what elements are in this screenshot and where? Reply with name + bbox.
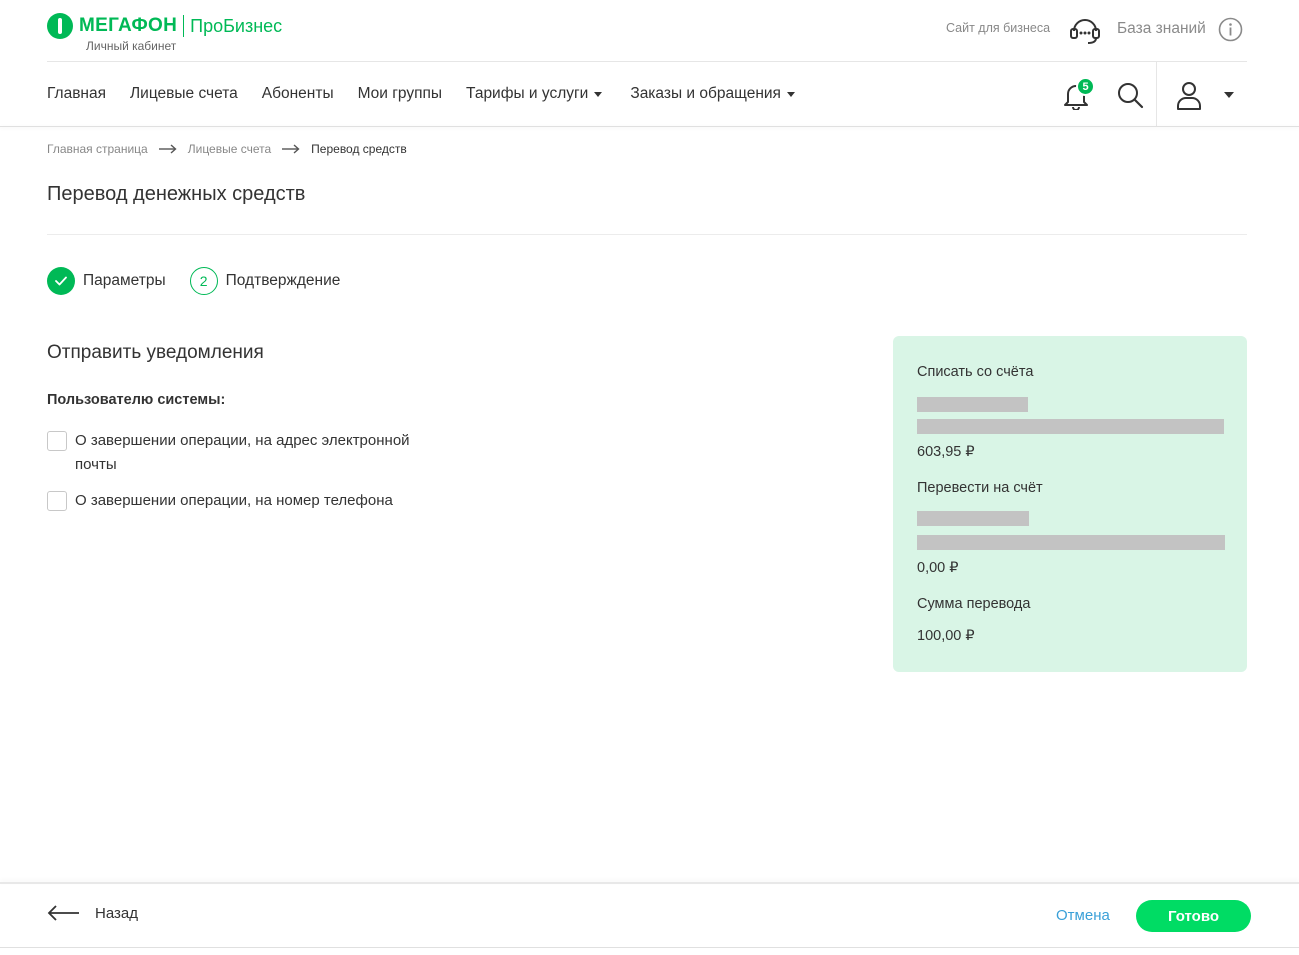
notifications-subtitle: Пользователю системы:	[47, 392, 226, 408]
main-nav: Главная Лицевые счета Абоненты Мои групп…	[47, 62, 823, 126]
breadcrumb: Главная страница Лицевые счета Перевод с…	[47, 142, 407, 156]
nav-item-orders-label: Заказы и обращения	[630, 85, 781, 102]
redacted-from-account-name	[917, 419, 1224, 434]
step-label-parameters: Параметры	[83, 272, 166, 289]
back-label: Назад	[95, 904, 138, 922]
arrow-right-icon	[158, 144, 177, 154]
nav-item-accounts[interactable]: Лицевые счета	[130, 85, 238, 103]
nav-item-tariffs-label: Тарифы и услуги	[466, 85, 589, 102]
caret-down-icon	[594, 91, 603, 97]
footer-top-border	[0, 882, 1299, 884]
search-icon[interactable]	[1116, 81, 1144, 109]
breadcrumb-home[interactable]: Главная страница	[47, 142, 148, 156]
notify-email-option[interactable]: О завершении операции, на адрес электрон…	[47, 431, 435, 477]
redacted-from-account-number	[917, 397, 1028, 412]
cancel-button[interactable]: Отмена	[1056, 907, 1110, 924]
nav-divider	[1156, 62, 1157, 126]
notify-phone-option[interactable]: О завершении операции, на номер телефона	[47, 491, 435, 513]
user-icon[interactable]	[1176, 80, 1202, 110]
back-button[interactable]: Назад	[47, 904, 138, 922]
redacted-to-account-name	[917, 535, 1225, 550]
notify-email-checkbox[interactable]	[47, 431, 67, 451]
step-label-confirmation: Подтверждение	[225, 272, 341, 289]
to-account-label: Перевести на счёт	[917, 480, 1043, 496]
notifications-badge: 5	[1076, 77, 1095, 96]
page-title: Перевод денежных средств	[47, 183, 306, 205]
logo-divider	[183, 15, 185, 37]
logo-subtitle: ПроБизнес	[190, 15, 283, 36]
notifications-title: Отправить уведомления	[47, 342, 264, 363]
step-number: 2	[189, 267, 218, 295]
cabinet-caption: Личный кабинет	[86, 39, 177, 53]
step-done-check-icon	[47, 267, 75, 295]
nav-bottom-border	[0, 126, 1299, 127]
nav-item-groups[interactable]: Мои группы	[358, 85, 442, 103]
transfer-summary-card: Списать со счёта 603,95 ₽ Перевести на с…	[893, 336, 1247, 672]
check-icon	[55, 276, 67, 286]
chevron-down-icon[interactable]	[1224, 92, 1234, 98]
nav-item-orders[interactable]: Заказы и обращения	[630, 85, 795, 103]
title-divider	[47, 234, 1247, 235]
transfer-amount-label: Сумма перевода	[917, 596, 1031, 612]
breadcrumb-accounts[interactable]: Лицевые счета	[188, 142, 271, 156]
notify-phone-checkbox[interactable]	[47, 491, 67, 511]
redacted-to-account-number	[917, 511, 1029, 526]
from-account-balance: 603,95 ₽	[917, 444, 975, 460]
megafon-logo-icon	[47, 13, 73, 39]
support-headset-icon[interactable]	[1069, 15, 1101, 45]
breadcrumb-current: Перевод средств	[311, 142, 407, 156]
notify-email-label: О завершении операции, на адрес электрон…	[75, 432, 410, 473]
nav-item-home[interactable]: Главная	[47, 85, 106, 103]
transfer-amount-value: 100,00 ₽	[917, 628, 975, 644]
info-icon[interactable]	[1218, 17, 1243, 42]
notify-phone-label: О завершении операции, на номер телефона	[75, 492, 393, 509]
done-button[interactable]: Готово	[1136, 900, 1251, 932]
knowledge-base-link[interactable]: База знаний	[1117, 20, 1206, 38]
logo-text: МЕГАФОН	[79, 15, 178, 36]
arrow-right-icon	[282, 144, 300, 154]
nav-item-tariffs[interactable]: Тарифы и услуги	[466, 85, 603, 103]
business-site-link[interactable]: Сайт для бизнеса	[946, 21, 1050, 35]
megafon-logo[interactable]: МЕГАФОН ПроБизнес	[47, 13, 282, 39]
from-account-label: Списать со счёта	[917, 364, 1034, 380]
arrow-left-icon	[47, 905, 79, 921]
stepper: Параметры 2 Подтверждение	[47, 267, 364, 295]
bottom-border	[0, 947, 1299, 948]
nav-item-subscribers[interactable]: Абоненты	[262, 85, 334, 103]
top-header: МЕГАФОН ПроБизнес Личный кабинет Сайт дл…	[0, 0, 1299, 62]
caret-down-icon	[786, 91, 795, 97]
to-account-balance: 0,00 ₽	[917, 560, 959, 576]
